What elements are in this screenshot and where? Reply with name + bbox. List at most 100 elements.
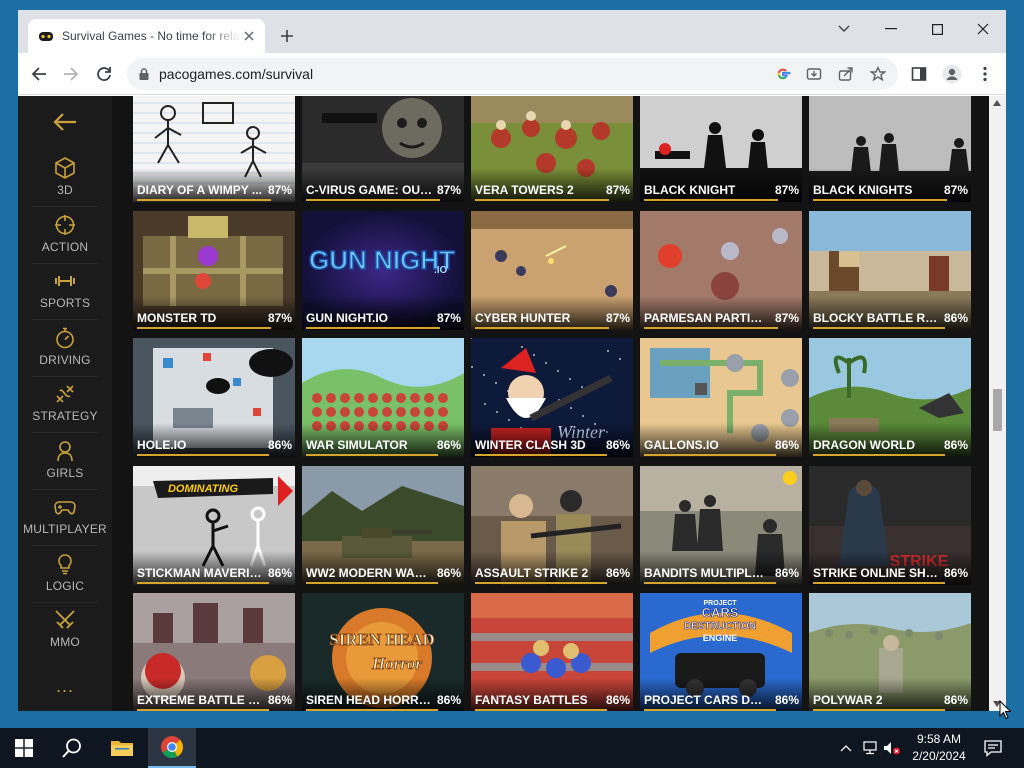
search-button[interactable]: [48, 728, 96, 768]
show-hidden-icons-button[interactable]: [836, 728, 856, 768]
game-card[interactable]: FANTASY BATTLES 86%: [471, 593, 633, 711]
taskbar-clock[interactable]: 9:58 AM 2/20/2024: [900, 731, 978, 765]
game-title[interactable]: MONSTER TD: [137, 311, 263, 325]
game-card[interactable]: EXTREME BATTLE PI... 86%: [133, 593, 295, 711]
game-title[interactable]: PROJECT CARS DEST...: [644, 693, 770, 707]
share-icon[interactable]: [835, 63, 857, 85]
game-card[interactable]: PROJECT CARS DESTRUCTION ENGINE PROJECT CARS…: [640, 593, 802, 711]
address-bar[interactable]: pacogames.com/survival: [127, 58, 898, 90]
game-title[interactable]: BANDITS MULTIPLA...: [644, 566, 770, 580]
game-rating: 87%: [605, 183, 630, 197]
game-rating: 87%: [267, 310, 292, 325]
game-card[interactable]: WAR SIMULATOR 86%: [302, 338, 464, 457]
game-title[interactable]: VERA TOWERS 2: [475, 183, 601, 197]
game-card[interactable]: PARMESAN PARTISA... 87%: [640, 210, 802, 330]
maximize-button[interactable]: [914, 14, 960, 44]
game-title[interactable]: WAR SIMULATOR: [306, 438, 432, 452]
minimize-button[interactable]: [868, 14, 914, 44]
side-panel-button[interactable]: [905, 60, 933, 88]
install-app-icon[interactable]: [803, 63, 825, 85]
new-tab-button[interactable]: [276, 25, 298, 47]
game-card[interactable]: DRAGON WORLD 86%: [809, 338, 971, 457]
forward-button[interactable]: [57, 60, 85, 88]
game-card[interactable]: STRIKESTRIKE ONLINE SHO...86%: [809, 465, 971, 585]
game-card[interactable]: MONSTER TD 87%: [133, 210, 295, 330]
game-title[interactable]: FANTASY BATTLES: [475, 693, 601, 707]
game-card[interactable]: C-VIRUS GAME: OUT... 87%: [302, 96, 464, 202]
volume-button[interactable]: [882, 728, 902, 768]
sidebar-item-driving[interactable]: DRIVING: [18, 320, 112, 376]
back-arrow-icon[interactable]: [52, 111, 78, 133]
tab-search-button[interactable]: [821, 14, 867, 44]
game-card[interactable]: SIREN HEAD Horror SIREN HEAD HORROR 86%: [302, 593, 464, 711]
game-title[interactable]: DIARY OF A WIMPY ...: [137, 183, 263, 197]
game-card[interactable]: GUN NIGHT .IO GUN NIGHT.IO 87%: [302, 210, 464, 330]
scroll-up-arrow-icon[interactable]: [993, 100, 1001, 106]
bookmark-star-icon[interactable]: [867, 63, 889, 85]
close-window-button[interactable]: [960, 14, 1006, 44]
game-card[interactable]: ASSAULT STRIKE 2 86%: [471, 465, 633, 585]
game-card[interactable]: GALLONS.IO 86%: [640, 338, 802, 457]
sidebar-item-multiplayer[interactable]: MULTIPLAYER: [18, 489, 112, 545]
sidebar-item-label: ACTION: [41, 239, 89, 254]
game-title[interactable]: CYBER HUNTER: [475, 311, 601, 325]
browser-tab[interactable]: Survival Games - No time for relaxing: [28, 19, 265, 53]
game-title[interactable]: GALLONS.IO: [644, 438, 770, 452]
game-card[interactable]: BLACK KNIGHT 87%: [640, 96, 802, 202]
game-title[interactable]: GUN NIGHT.IO: [306, 311, 432, 325]
lock-icon[interactable]: [137, 67, 151, 81]
game-rating: 87%: [774, 310, 799, 325]
sidebar-item-sports[interactable]: SPORTS: [18, 263, 112, 319]
game-title[interactable]: POLYWAR 2: [813, 693, 939, 707]
game-title[interactable]: BLACK KNIGHTS: [813, 183, 939, 197]
game-title[interactable]: WINTER CLASH 3D: [475, 438, 601, 452]
game-title[interactable]: BLACK KNIGHT: [644, 183, 770, 197]
game-card[interactable]: BLACK KNIGHTS 87%: [809, 96, 971, 202]
kebab-menu-icon: [983, 66, 987, 82]
sidebar-item-3d[interactable]: 3D: [18, 150, 112, 206]
game-card[interactable]: DOMINATING STICKMAN MAVERIC... 86%: [133, 465, 295, 585]
game-title[interactable]: HOLE.IO: [137, 438, 263, 452]
game-card[interactable]: WW2 MODERN WAR... 86%: [302, 465, 464, 585]
game-title[interactable]: WW2 MODERN WAR...: [306, 566, 432, 580]
rating-bar: [813, 709, 946, 711]
game-title[interactable]: PARMESAN PARTISA...: [644, 311, 770, 325]
game-card[interactable]: VERA TOWERS 2 87%: [471, 96, 633, 202]
profile-button[interactable]: [938, 60, 966, 88]
game-title[interactable]: C-VIRUS GAME: OUT...: [306, 183, 432, 197]
rating-bar: [306, 581, 439, 584]
scrollbar-thumb[interactable]: [993, 389, 1002, 431]
game-card[interactable]: POLYWAR 2 86%: [809, 593, 971, 711]
google-icon[interactable]: [772, 63, 794, 85]
sidebar-item-action[interactable]: ACTION: [18, 207, 112, 263]
game-title[interactable]: ASSAULT STRIKE 2: [475, 566, 601, 580]
chrome-taskbar-button[interactable]: [148, 728, 196, 768]
sidebar-item-mmo[interactable]: MMO: [18, 602, 112, 658]
menu-button[interactable]: [971, 60, 999, 88]
plus-icon: [281, 30, 293, 42]
tab-close-icon[interactable]: [241, 28, 257, 44]
game-card[interactable]: HOLE.IO 86%: [133, 338, 295, 457]
back-button[interactable]: [25, 60, 53, 88]
sidebar-item-strategy[interactable]: STRATEGY: [18, 376, 112, 432]
game-card[interactable]: DIARY OF A WIMPY ... 87%: [133, 96, 295, 202]
game-card[interactable]: CYBER HUNTER 87%: [471, 210, 633, 330]
reload-button[interactable]: [90, 60, 118, 88]
game-title[interactable]: BLOCKY BATTLE RO...: [813, 311, 939, 325]
more-categories-button[interactable]: ...: [48, 676, 82, 697]
game-title[interactable]: SIREN HEAD HORROR: [306, 693, 432, 707]
start-button[interactable]: [0, 728, 48, 768]
vertical-scrollbar[interactable]: [989, 96, 1006, 711]
game-card[interactable]: BANDITS MULTIPLA... 86%: [640, 465, 802, 585]
notifications-button[interactable]: [980, 728, 1006, 768]
game-card[interactable]: WinterWINTER CLASH 3D86%: [471, 338, 633, 457]
game-title[interactable]: STICKMAN MAVERIC...: [137, 566, 263, 580]
game-title[interactable]: STRIKE ONLINE SHO...: [813, 566, 939, 580]
game-title[interactable]: EXTREME BATTLE PI...: [137, 693, 263, 707]
sidebar-item-girls[interactable]: GIRLS: [18, 433, 112, 489]
game-card[interactable]: BLOCKY BATTLE RO... 86%: [809, 210, 971, 330]
sidebar-item-logic[interactable]: LOGIC: [18, 546, 112, 602]
file-explorer-button[interactable]: [98, 728, 146, 768]
game-title[interactable]: DRAGON WORLD: [813, 438, 939, 452]
network-button[interactable]: [860, 728, 880, 768]
